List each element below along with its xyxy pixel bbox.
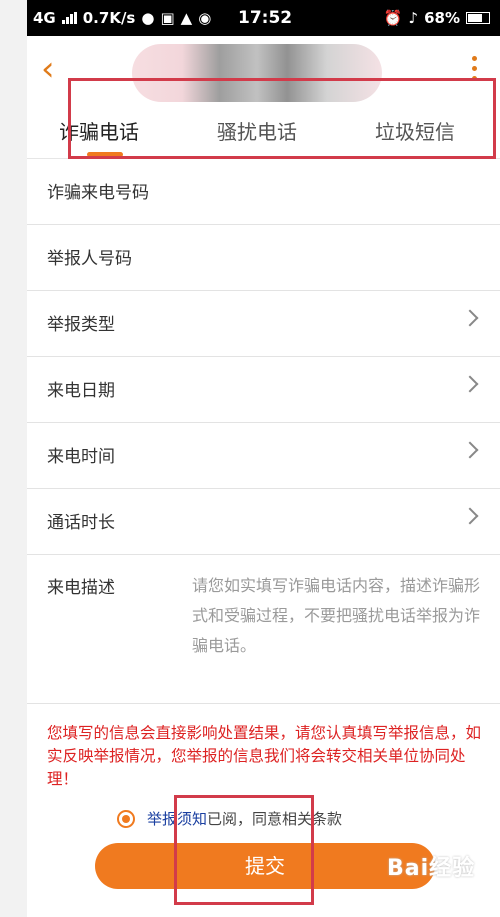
chevron-right-icon (461, 375, 479, 393)
baidu-watermark: Bai经验 (387, 850, 475, 882)
field-reporter-number[interactable]: 举报人号码 (27, 224, 500, 291)
alarm-icon: ⏰ (383, 9, 403, 27)
agree-radio[interactable] (117, 809, 135, 828)
chevron-right-icon (461, 309, 479, 327)
field-label: 来电日期 (47, 381, 115, 401)
signal-icon (61, 12, 77, 24)
chevron-right-icon (461, 507, 479, 525)
field-fraud-number[interactable]: 诈骗来电号码 (27, 158, 500, 225)
app-frame: 4G 0.7K/s ● ▣ ▲ ◉ 17:52 ⏰ ♪ 68% ‹ 诈骗电话 骚… (27, 0, 500, 917)
field-label: 通话时长 (47, 513, 115, 533)
highlight-box-submit (174, 795, 314, 905)
watermark-main: Bai经验 (387, 856, 476, 881)
field-label: 举报人号码 (47, 249, 132, 269)
status-time: 17:52 (238, 8, 293, 28)
chevron-right-icon (461, 441, 479, 459)
network-speed: 0.7K/s (82, 9, 136, 27)
battery-icon (466, 12, 490, 24)
field-call-description[interactable]: 来电描述 请您如实填写诈骗电话内容，描述诈骗形式和受骗过程，不要把骚扰电话举报为… (27, 553, 500, 704)
field-call-time[interactable]: 来电时间 (27, 422, 500, 489)
sim-icon: ▣ (160, 9, 175, 27)
field-label: 诈骗来电号码 (47, 183, 149, 203)
battery-percent: 68% (424, 9, 460, 27)
notification-icon: ▲ (180, 9, 193, 27)
field-report-type[interactable]: 举报类型 (27, 290, 500, 357)
mute-icon: ♪ (408, 9, 419, 27)
weibo-icon: ◉ (198, 9, 212, 27)
wechat-icon: ● (141, 9, 155, 27)
field-label: 举报类型 (47, 315, 115, 335)
status-bar: 4G 0.7K/s ● ▣ ▲ ◉ 17:52 ⏰ ♪ 68% (27, 0, 500, 36)
field-call-date[interactable]: 来电日期 (27, 356, 500, 423)
field-call-duration[interactable]: 通话时长 (27, 488, 500, 555)
field-label: 来电时间 (47, 447, 115, 467)
highlight-box-tabs (68, 78, 496, 159)
chevron-left-icon[interactable]: ‹ (41, 52, 69, 86)
field-label: 来电描述 (47, 578, 115, 598)
description-placeholder[interactable]: 请您如实填写诈骗电话内容，描述诈骗形式和受骗过程，不要把骚扰电话举报为诈骗电话。 (192, 571, 482, 661)
network-type: 4G (33, 9, 56, 27)
warning-notice: 您填写的信息会直接影响处置结果，请您认真填写举报信息，如实反映举报情况，您举报的… (47, 724, 482, 788)
